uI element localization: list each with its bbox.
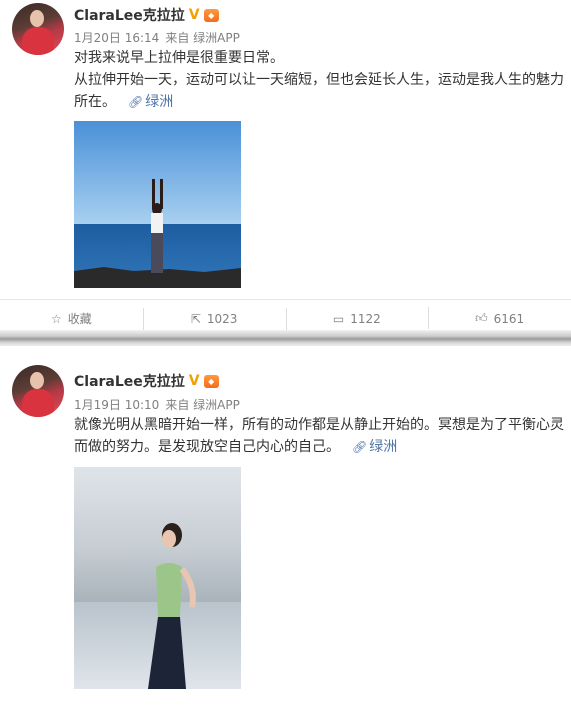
username[interactable]: ClaraLee克拉拉	[74, 371, 185, 391]
like-count: 6161	[493, 311, 525, 326]
post-meta: 1月19日 10:10 来自 绿洲APP	[74, 396, 240, 413]
favorite-button[interactable]: ☆ 收藏	[0, 310, 143, 327]
verified-v-icon: V	[188, 373, 200, 389]
stretching-by-sea-photo	[74, 121, 241, 288]
oasis-link[interactable]: 🔗︎ 绿洲	[128, 94, 173, 110]
post-text: 就像光明从黑暗开始一样，所有的动作都是从静止开始的。冥想是为了平衡心灵而做的努力…	[74, 414, 564, 458]
verified-v-icon: V	[188, 7, 200, 23]
star-icon: ☆	[50, 311, 62, 326]
repost-icon: ⇱	[190, 311, 201, 326]
repost-button[interactable]: ⇱ 1023	[142, 307, 286, 330]
post-source: 来自 绿洲APP	[165, 31, 240, 45]
thumbs-up-icon: 👍︎	[475, 311, 488, 325]
post-text: 对我来说早上拉伸是很重要日常。 从拉伸开始一天，运动可以让一天缩短，但也会延长人…	[74, 47, 564, 113]
weibo-post-1: ClaraLee克拉拉 V ◆ 1月20日 16:14 来自 绿洲APP 对我来…	[0, 0, 571, 330]
post-text-line: 就像光明从黑暗开始一样，所有的动作都是从静止开始的。冥想是为了平衡心灵而做的努力…	[74, 417, 564, 455]
post-photo[interactable]	[74, 467, 241, 689]
repost-count: 1023	[206, 311, 238, 326]
avatar[interactable]	[12, 365, 64, 417]
post-date[interactable]: 1月20日 16:14	[74, 29, 159, 46]
link-icon: 🔗︎	[128, 95, 144, 109]
post-meta: 1月20日 16:14 来自 绿洲APP	[74, 29, 240, 46]
oasis-link-label: 绿洲	[145, 94, 174, 110]
weibo-post-2: ClaraLee克拉拉 V ◆ 1月19日 10:10 来自 绿洲APP 就像光…	[0, 346, 571, 708]
woman-on-beach-photo	[74, 467, 241, 689]
link-icon: 🔗︎	[352, 440, 368, 454]
favorite-label: 收藏	[67, 312, 92, 326]
comment-icon: ▭	[332, 311, 345, 326]
username[interactable]: ClaraLee克拉拉	[74, 5, 185, 25]
post-photo[interactable]	[74, 121, 241, 288]
post-date[interactable]: 1月19日 10:10	[74, 396, 159, 413]
post-text-line: 对我来说早上拉伸是很重要日常。	[74, 50, 284, 66]
user-level-icon: ◆	[203, 8, 219, 22]
user-level-icon: ◆	[203, 374, 219, 388]
comment-button[interactable]: ▭ 1122	[285, 307, 429, 330]
comment-count: 1122	[350, 311, 381, 326]
oasis-link[interactable]: 🔗︎ 绿洲	[352, 439, 397, 455]
avatar[interactable]	[12, 3, 64, 55]
post-source: 来自 绿洲APP	[165, 398, 240, 412]
like-button[interactable]: 👍︎ 6161	[428, 307, 571, 329]
oasis-link-label: 绿洲	[369, 439, 398, 455]
post-separator	[0, 330, 571, 346]
